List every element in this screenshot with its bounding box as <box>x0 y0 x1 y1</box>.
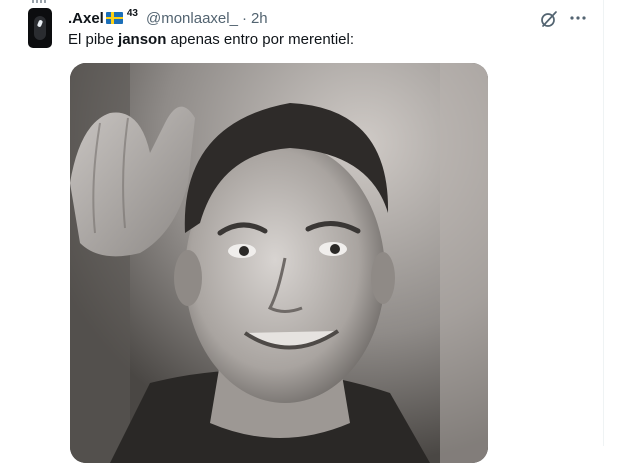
grok-button[interactable] <box>540 10 558 28</box>
tweet-text-part: El pibe <box>68 31 119 48</box>
superscript-number: 43 <box>126 7 138 19</box>
more-icon <box>570 16 586 20</box>
tweet-media-image[interactable] <box>70 63 488 463</box>
tweet-text: El pibe janson apenas entro por merentie… <box>68 30 354 50</box>
display-name[interactable]: .Axel <box>68 10 104 27</box>
grok-icon <box>541 11 557 27</box>
previous-item-edge <box>32 0 46 4</box>
timeline-border <box>603 0 604 446</box>
sweden-flag-icon <box>105 12 123 24</box>
more-button[interactable] <box>568 8 588 28</box>
avatar[interactable] <box>28 8 52 48</box>
dot-separator: · <box>241 9 247 27</box>
tweet-text-bold: janson <box>118 31 167 48</box>
timestamp[interactable]: 2h <box>251 10 268 27</box>
tweet-text-part: apenas entro por merentiel: <box>166 31 355 48</box>
handle[interactable]: @monlaaxel_ <box>146 10 238 27</box>
tweet-header: .Axel 43 @monlaaxel_ · 2h <box>68 8 268 28</box>
